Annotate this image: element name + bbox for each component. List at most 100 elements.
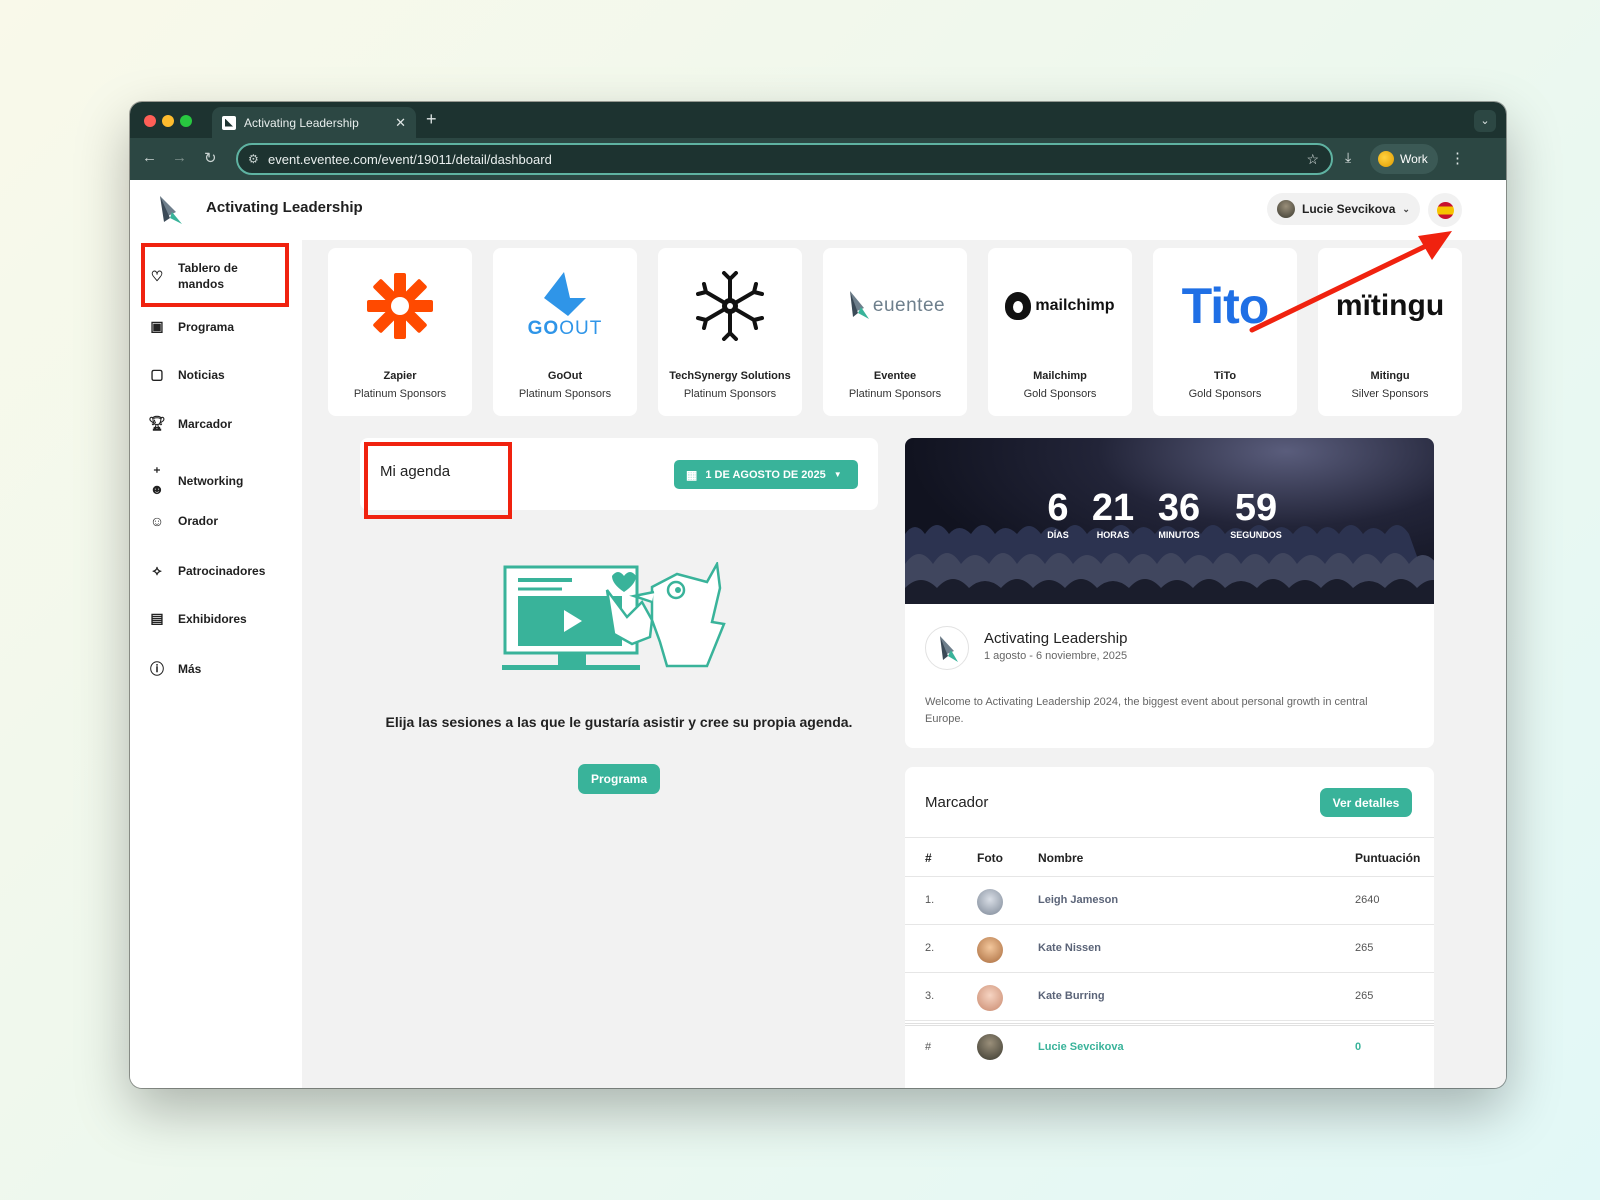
minimize-window-button[interactable]	[162, 115, 174, 127]
sidebar-item-programa[interactable]: ▣ Programa	[148, 318, 298, 335]
highlight-box-agenda	[364, 442, 512, 519]
close-window-button[interactable]	[144, 115, 156, 127]
mailchimp-logo: mailchimp	[988, 264, 1132, 348]
eventee-mark-icon	[849, 291, 869, 319]
mailchimp-freddie-icon	[1005, 292, 1032, 320]
chevron-down-icon: ▼	[833, 470, 842, 479]
close-tab-icon[interactable]: ✕	[395, 115, 406, 131]
column-header-score: Puntuación	[1355, 851, 1421, 865]
bookmark-star-icon[interactable]: ☆	[1306, 151, 1319, 168]
sidebar-item-patrocinadores[interactable]: ⟡ Patrocinadores	[148, 562, 298, 579]
agenda-empty-message: Elija las sesiones a las que le gustaría…	[385, 714, 853, 730]
countdown-hours: 21 HORAS	[1091, 488, 1135, 540]
forward-arrow-icon[interactable]: →	[172, 149, 187, 166]
event-dates: 1 agosto - 6 noviembre, 2025	[984, 650, 1128, 662]
event-name: Activating Leadership	[984, 630, 1128, 647]
user-menu[interactable]: Lucie Sevcikova ⌄	[1267, 193, 1420, 225]
view-details-button[interactable]: Ver detalles	[1320, 788, 1412, 817]
table-row[interactable]: 2. Kate Nissen 265	[905, 925, 1434, 973]
sidebar-item-label: Patrocinadores	[178, 563, 266, 578]
back-arrow-icon[interactable]: ←	[142, 149, 157, 166]
site-settings-icon[interactable]: ⚙	[248, 152, 259, 166]
leaderboard-card: Marcador Ver detalles # Foto Nombre Punt…	[905, 767, 1434, 1088]
badge-icon: ▤	[150, 610, 164, 626]
sponsor-tier: Gold Sponsors	[1188, 388, 1262, 400]
sidebar-item-label: Noticias	[178, 367, 225, 382]
tab-title: Activating Leadership	[244, 115, 359, 130]
tab-favicon-icon	[222, 115, 236, 130]
group-icon: ☺	[149, 513, 165, 529]
sponsor-name: Mitingu	[1370, 370, 1410, 382]
url-text: event.eventee.com/event/19011/detail/das…	[268, 151, 552, 167]
reload-icon[interactable]: ↻	[204, 149, 217, 167]
browser-menu-icon[interactable]: ⋮	[1450, 149, 1465, 167]
table-row[interactable]: 3. Kate Burring 265	[905, 973, 1434, 1021]
countdown-minutes: 36 MINUTOS	[1153, 488, 1205, 540]
tab-search-chevron-icon[interactable]: ⌄	[1474, 110, 1496, 132]
row-score: 265	[1355, 990, 1374, 1002]
sidebar-item-label: Marcador	[178, 416, 233, 431]
user-name: Lucie Sevcikova	[1302, 202, 1396, 216]
sponsor-card-goout[interactable]: GOOUT GoOut Platinum Sponsors	[493, 248, 637, 416]
countdown-minutes-label: MINUTOS	[1158, 530, 1200, 540]
column-header-rank: #	[925, 851, 932, 865]
event-card: 6 DÍAS 21 HORAS 36 MINUTOS 59 SEGUNDOS A…	[905, 438, 1434, 748]
address-bar[interactable]: ⚙ event.eventee.com/event/19011/detail/d…	[236, 143, 1333, 175]
sidebar-item-exhibidores[interactable]: ▤ Exhibidores	[148, 610, 298, 627]
event-logo	[925, 626, 969, 670]
download-icon[interactable]: ⤓	[1345, 149, 1351, 166]
sidebar-item-noticias[interactable]: ▢ Noticias	[148, 366, 298, 383]
event-description: Welcome to Activating Leadership 2024, t…	[925, 696, 1368, 725]
countdown-seconds: 59 SEGUNDOS	[1225, 488, 1287, 540]
row-rank: #	[925, 1041, 932, 1053]
countdown-hours-label: HORAS	[1096, 530, 1130, 540]
countdown-days-label: DÍAS	[1047, 530, 1069, 540]
row-score: 0	[1355, 1041, 1362, 1053]
profile-label: Work	[1400, 152, 1428, 166]
sidebar-item-networking[interactable]: ⁺☻ Networking	[148, 464, 298, 497]
sidebar: ♡ Tablero de mandos ▣ Programa ▢ Noticia…	[130, 240, 302, 1088]
countdown-days: 6 DÍAS	[1041, 488, 1075, 540]
goout-logo-text-b: OUT	[559, 318, 603, 339]
sidebar-item-marcador[interactable]: 🏆︎ Marcador	[148, 415, 298, 432]
sponsor-name: Zapier	[383, 370, 417, 382]
goout-logo-text-a: GO	[527, 318, 560, 339]
avatar	[977, 889, 1003, 915]
leaderboard-header: # Foto Nombre Puntuación	[905, 837, 1434, 877]
profile-button[interactable]: Work	[1370, 144, 1438, 174]
sponsor-name: Mailchimp	[1033, 370, 1087, 382]
sponsor-tier: Platinum Sponsors	[518, 388, 612, 400]
sponsor-card-techsynergy[interactable]: TechSynergy Solutions Platinum Sponsors	[658, 248, 802, 416]
row-name: Lucie Sevcikova	[1038, 1041, 1124, 1053]
sponsor-tier: Platinum Sponsors	[353, 388, 447, 400]
sponsor-card-mailchimp[interactable]: mailchimp Mailchimp Gold Sponsors	[988, 248, 1132, 416]
table-row-current-user[interactable]: # Lucie Sevcikova 0	[905, 1023, 1434, 1071]
eventee-logo-text: euentee	[872, 295, 946, 316]
program-button[interactable]: Programa	[578, 764, 660, 794]
event-title[interactable]: Activating Leadership	[206, 199, 363, 216]
calendar-icon: ▦	[686, 467, 698, 482]
table-row[interactable]: 1. Leigh Jameson 2640	[905, 877, 1434, 925]
sidebar-item-mas[interactable]: ⓘ Más	[148, 659, 298, 679]
sponsor-name: Eventee	[873, 370, 917, 382]
sponsor-name: TiTo	[1213, 370, 1237, 382]
eventee-logo-icon[interactable]	[154, 194, 184, 226]
sponsor-card-zapier[interactable]: Zapier Platinum Sponsors	[328, 248, 472, 416]
sponsor-card-eventee[interactable]: euentee Eventee Platinum Sponsors	[823, 248, 967, 416]
eventee-sponsor-logo: euentee	[823, 264, 967, 348]
annotation-arrow	[1249, 231, 1452, 333]
zoom-window-button[interactable]	[180, 115, 192, 127]
sponsor-tier: Platinum Sponsors	[848, 388, 942, 400]
people-add-icon: ⁺☻	[149, 464, 165, 497]
sponsor-tier: Platinum Sponsors	[683, 388, 777, 400]
zapier-logo-icon	[328, 264, 472, 348]
row-rank: 2.	[925, 942, 935, 954]
sponsor-name: GoOut	[547, 370, 583, 382]
agenda-date-label: 1 DE AGOSTO DE 2025	[705, 468, 826, 481]
agenda-date-dropdown[interactable]: ▦ 1 DE AGOSTO DE 2025 ▼	[674, 460, 858, 489]
sidebar-item-orador[interactable]: ☺ Orador	[148, 513, 298, 529]
row-score: 265	[1355, 942, 1374, 954]
avatar	[977, 1034, 1003, 1060]
browser-tab[interactable]: Activating Leadership ✕	[212, 107, 416, 138]
new-tab-button[interactable]: +	[426, 109, 437, 130]
